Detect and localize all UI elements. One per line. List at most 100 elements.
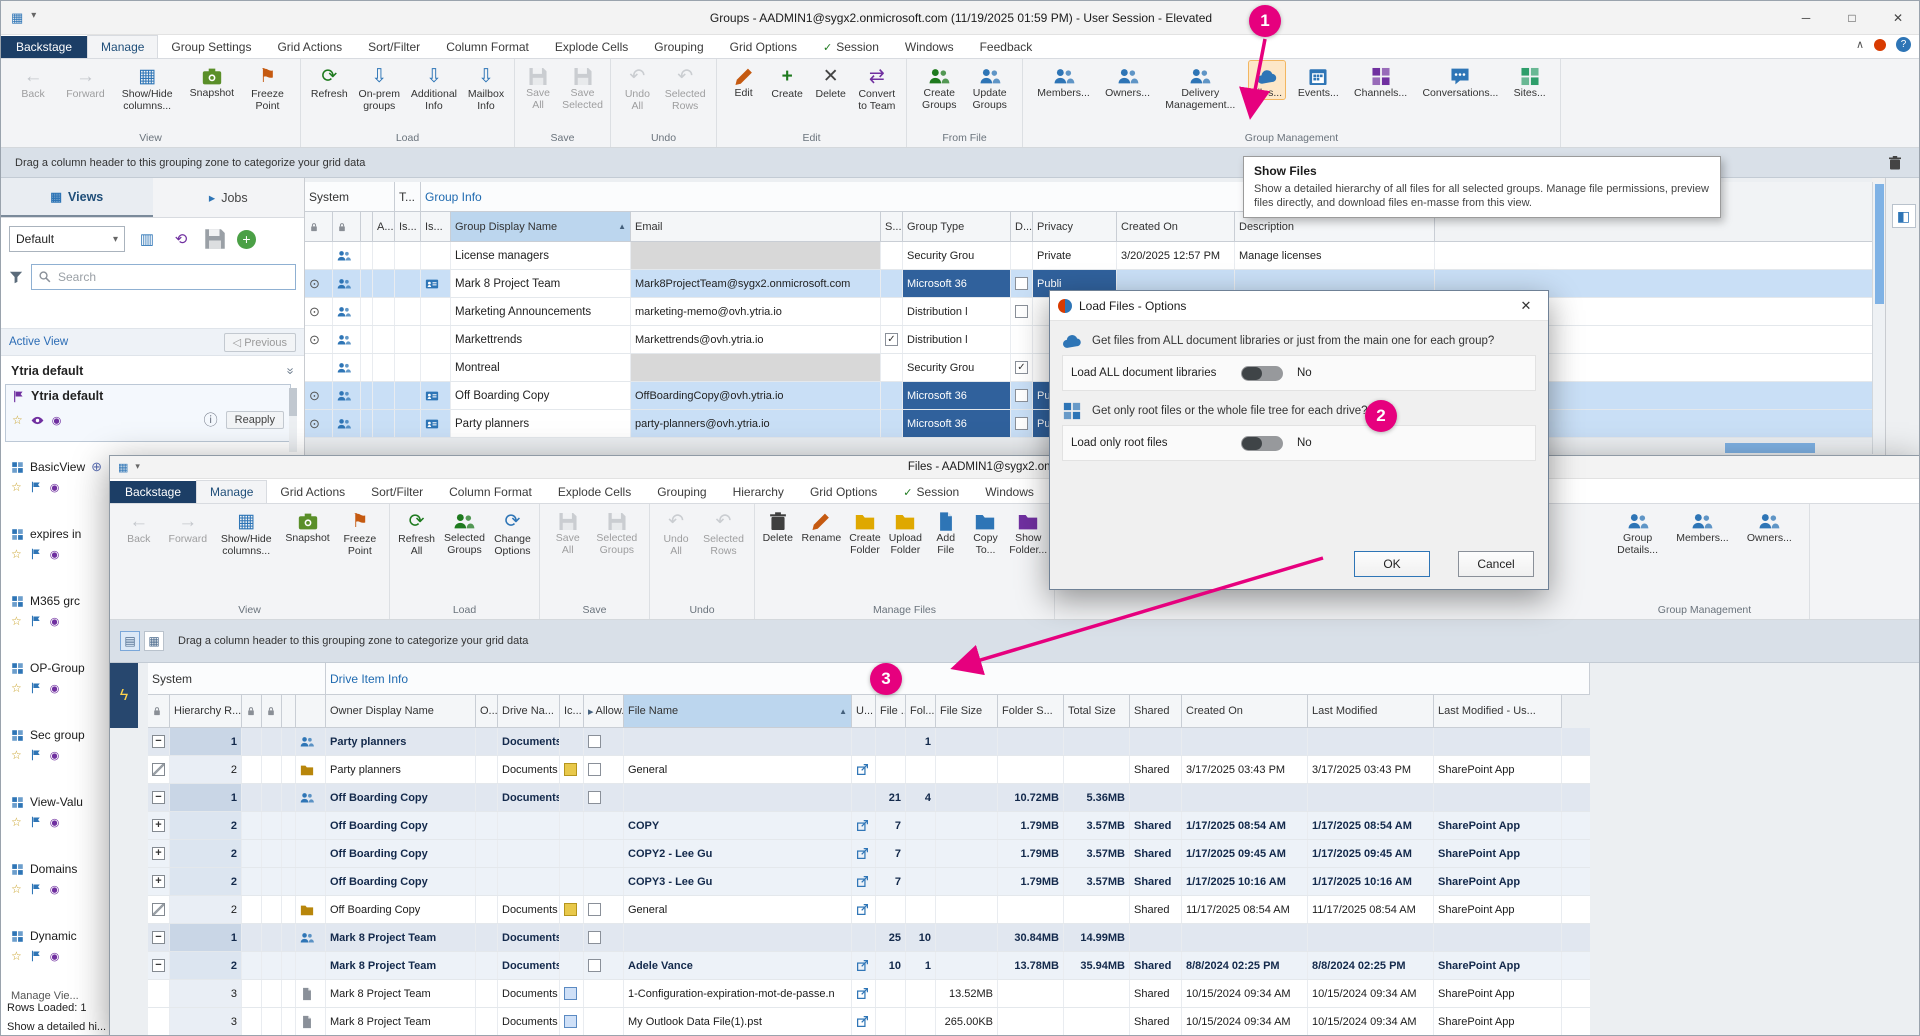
- band-drive-item-info[interactable]: Drive Item Info: [326, 663, 1590, 695]
- collapse-ribbon-icon[interactable]: ∧: [1856, 38, 1864, 51]
- filter-funnel-icon[interactable]: [9, 270, 23, 284]
- search-input[interactable]: [31, 264, 296, 290]
- files-delete-button[interactable]: Delete: [760, 506, 796, 544]
- refresh-button[interactable]: ⟳ Refresh: [309, 61, 350, 100]
- column-header-narrow[interactable]: [282, 695, 296, 728]
- star-icon[interactable]: ☆: [11, 949, 22, 963]
- dialog-close-icon[interactable]: ✕: [1512, 298, 1540, 314]
- column-header-shared[interactable]: Shared: [1130, 695, 1182, 728]
- tab-manage[interactable]: Manage: [87, 35, 158, 58]
- checkbox[interactable]: [588, 931, 601, 944]
- star-icon[interactable]: ☆: [11, 547, 22, 561]
- add-file-button[interactable]: Add File: [928, 506, 964, 556]
- undo-selected-rows-button[interactable]: ↶ Selected Rows: [663, 61, 708, 112]
- flag-icon[interactable]: [30, 950, 42, 962]
- files-back-button[interactable]: ← Back: [121, 506, 157, 545]
- table-row[interactable]: 3 Mark 8 Project Team Documents: [148, 980, 1590, 1008]
- row-expander[interactable]: [152, 903, 165, 916]
- save-selected-button[interactable]: Save Selected: [560, 61, 605, 111]
- create-groups-button[interactable]: Create Groups: [920, 61, 958, 111]
- files-undo-selected-rows-button[interactable]: ↶ Selected Rows: [701, 506, 746, 557]
- checkbox[interactable]: [1015, 305, 1028, 318]
- row-expander[interactable]: [152, 875, 165, 888]
- open-external-link-icon[interactable]: [856, 1015, 869, 1028]
- files-grouping-zone[interactable]: ▤ ▦ Drag a column header to this groupin…: [110, 620, 1920, 663]
- delivery-management-button[interactable]: Delivery Management...: [1163, 61, 1237, 111]
- checkbox[interactable]: [588, 903, 601, 916]
- files-button[interactable]: Files...: [1249, 61, 1285, 99]
- active-view-card[interactable]: Ytria default ☆ ◉ ⓘ Reapply: [5, 384, 291, 442]
- column-header-created-on[interactable]: Created On: [1117, 212, 1235, 242]
- files-show-hide-columns-button[interactable]: ▦ Show/Hide columns...: [219, 506, 274, 557]
- star-icon[interactable]: ☆: [11, 681, 22, 695]
- column-header-icon[interactable]: [296, 695, 326, 728]
- files-forward-button[interactable]: → Forward: [167, 506, 210, 545]
- flag-icon[interactable]: [30, 615, 42, 627]
- column-header-file-size[interactable]: File Size: [936, 695, 998, 728]
- table-row[interactable]: 3 Mark 8 Project Team Documents: [148, 1008, 1590, 1036]
- files-owners-button[interactable]: Owners...: [1745, 506, 1794, 544]
- column-header-owner-display-name[interactable]: Owner Display Name: [326, 695, 476, 728]
- flag-icon[interactable]: [30, 682, 42, 694]
- freeze-point-button[interactable]: ⚑ Freeze Point: [249, 61, 286, 112]
- mailbox-info-button[interactable]: ⇩ Mailbox Info: [466, 61, 506, 112]
- column-header-created-on[interactable]: Created On: [1182, 695, 1308, 728]
- row-expander[interactable]: [152, 847, 165, 860]
- table-row[interactable]: 2 Off Boarding Copy: [148, 840, 1590, 868]
- reapply-button[interactable]: Reapply: [226, 411, 284, 429]
- sidebar-scrollbar[interactable]: [289, 388, 297, 452]
- column-header-ic[interactable]: Ic...: [560, 695, 584, 728]
- files-freeze-point-button[interactable]: ⚑ Freeze Point: [342, 506, 379, 557]
- files-undo-all-button[interactable]: ↶ Undo All: [658, 506, 694, 557]
- table-row[interactable]: 2 Mark 8 Project Team Documents: [148, 952, 1590, 980]
- minimize-button[interactable]: ─: [1783, 1, 1829, 35]
- help-icon[interactable]: ?: [1896, 37, 1911, 52]
- table-row[interactable]: 2 Off Boarding Copy: [148, 868, 1590, 896]
- eye-icon[interactable]: [31, 414, 44, 427]
- view-preset-select[interactable]: Default ▾: [9, 226, 125, 252]
- checkbox[interactable]: [1015, 389, 1028, 402]
- change-options-button[interactable]: ⟳ Change Options: [492, 506, 533, 557]
- additional-info-button[interactable]: ⇩ Additional Info: [409, 61, 459, 112]
- column-header-allow[interactable]: ▸ Allow...: [584, 695, 624, 728]
- row-expander[interactable]: [152, 819, 165, 832]
- column-header-is1[interactable]: Is...: [395, 212, 421, 242]
- files-tab-session[interactable]: ✓ Session: [890, 481, 972, 503]
- star-icon[interactable]: ☆: [11, 480, 22, 494]
- events-button[interactable]: Events...: [1296, 61, 1341, 99]
- files-tab-grid-actions[interactable]: Grid Actions: [267, 481, 358, 503]
- files-tab-column-format[interactable]: Column Format: [436, 481, 545, 503]
- trash-icon[interactable]: [1887, 155, 1903, 171]
- files-snapshot-button[interactable]: Snapshot: [283, 506, 331, 544]
- view-mode-list-icon[interactable]: ▤: [120, 631, 140, 651]
- files-tab-hierarchy[interactable]: Hierarchy: [720, 481, 797, 503]
- checkbox[interactable]: [588, 959, 601, 972]
- maximize-button[interactable]: □: [1829, 1, 1875, 35]
- open-external-link-icon[interactable]: [856, 763, 869, 776]
- row-expander[interactable]: [152, 931, 165, 944]
- save-all-button[interactable]: Save All: [520, 61, 556, 111]
- files-members-button[interactable]: Members...: [1674, 506, 1731, 544]
- info-icon[interactable]: ⓘ: [204, 410, 218, 430]
- tab-sort-filter[interactable]: Sort/Filter: [355, 36, 433, 58]
- column-header-group-display-name[interactable]: Group Display Name ▲: [451, 212, 631, 242]
- star-icon[interactable]: ☆: [11, 614, 22, 628]
- table-row[interactable]: 2 Off Boarding Copy Documents: [148, 896, 1590, 924]
- show-folder-button[interactable]: Show Folder...: [1007, 506, 1049, 556]
- checkbox[interactable]: [588, 763, 601, 776]
- forward-button[interactable]: → Forward: [64, 61, 107, 100]
- tab-session[interactable]: ✓ Session: [810, 36, 892, 58]
- update-groups-button[interactable]: Update Groups: [971, 61, 1009, 111]
- star-icon[interactable]: ☆: [11, 815, 22, 829]
- tab-grid-options[interactable]: Grid Options: [717, 36, 810, 58]
- snapshot-button[interactable]: Snapshot: [188, 61, 236, 99]
- rename-button[interactable]: Rename: [800, 506, 844, 544]
- tab-grouping[interactable]: Grouping: [641, 36, 716, 58]
- column-header-file-count[interactable]: File ...: [876, 695, 906, 728]
- vertical-scrollbar[interactable]: [1872, 182, 1885, 454]
- view-mode-grid-icon[interactable]: ▦: [144, 631, 164, 651]
- panel-tab-views[interactable]: ▦ Views: [1, 178, 153, 217]
- column-header-narrow[interactable]: [361, 212, 373, 242]
- row-expander[interactable]: [152, 791, 165, 804]
- checkbox[interactable]: [1015, 361, 1028, 374]
